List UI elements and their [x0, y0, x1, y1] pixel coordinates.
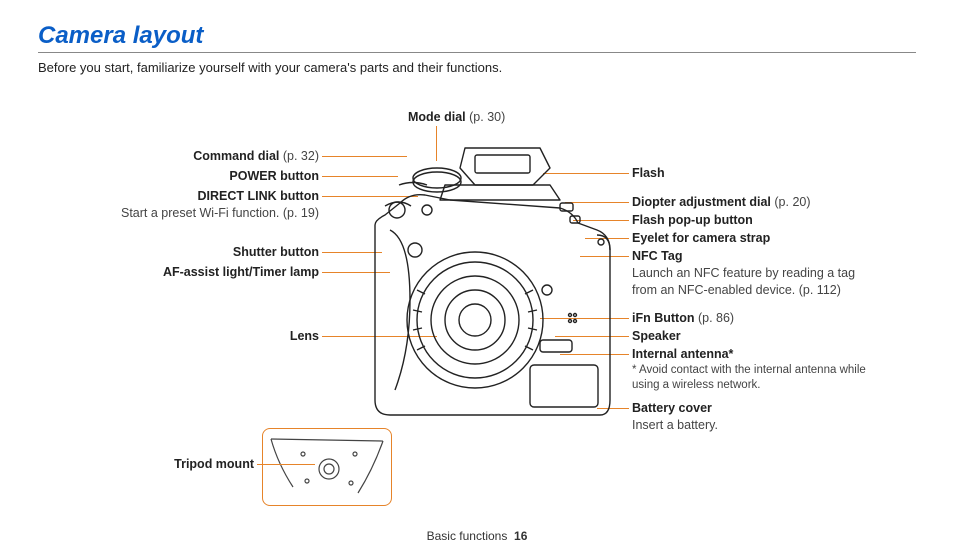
command-dial-ref: (p. 32) — [283, 149, 319, 163]
page-footer: Basic functions 16 — [0, 529, 954, 543]
af-assist-label: AF-assist light/Timer lamp — [163, 265, 319, 279]
label-lens: Lens — [290, 328, 319, 345]
direct-link-label: DIRECT LINK button — [121, 188, 319, 205]
label-battery: Battery cover Insert a battery. — [632, 400, 718, 434]
label-command-dial: Command dial (p. 32) — [193, 148, 319, 165]
nfc-desc: Launch an NFC feature by reading a tag f… — [632, 265, 867, 299]
intro-text: Before you start, familiarize yourself w… — [38, 60, 502, 75]
lens-label: Lens — [290, 329, 319, 343]
label-ifn: iFn Button (p. 86) — [632, 310, 734, 327]
label-direct-link: DIRECT LINK button Start a preset Wi-Fi … — [121, 188, 319, 222]
label-tripod: Tripod mount — [174, 456, 254, 473]
tripod-label: Tripod mount — [174, 457, 254, 471]
battery-desc: Insert a battery. — [632, 417, 718, 434]
label-antenna: Internal antenna* * Avoid contact with t… — [632, 346, 887, 394]
antenna-note: * Avoid contact with the internal antenn… — [632, 363, 887, 394]
mode-dial-ref: (p. 30) — [469, 110, 505, 124]
flash-label: Flash — [632, 166, 665, 180]
antenna-label: Internal antenna* — [632, 346, 887, 363]
label-shutter: Shutter button — [233, 244, 319, 261]
flash-popup-label: Flash pop-up button — [632, 213, 753, 227]
footer-section: Basic functions — [427, 529, 508, 543]
shutter-label: Shutter button — [233, 245, 319, 259]
tripod-illustration — [263, 429, 391, 505]
label-speaker: Speaker — [632, 328, 681, 345]
mode-dial-label: Mode dial — [408, 110, 466, 124]
diopter-ref: (p. 20) — [774, 195, 810, 209]
direct-link-desc: Start a preset Wi-Fi function. (p. 19) — [121, 205, 319, 222]
label-flash-popup: Flash pop-up button — [632, 212, 753, 229]
battery-label: Battery cover — [632, 400, 718, 417]
label-diopter: Diopter adjustment dial (p. 20) — [632, 194, 811, 211]
camera-illustration — [355, 140, 625, 430]
command-dial-label: Command dial — [193, 149, 279, 163]
tripod-inset — [262, 428, 392, 506]
page-title: Camera layout — [38, 22, 203, 50]
leader-tripod — [257, 464, 315, 465]
label-flash: Flash — [632, 165, 665, 182]
ifn-label: iFn Button — [632, 311, 694, 325]
diopter-label: Diopter adjustment dial — [632, 195, 771, 209]
title-rule — [38, 52, 916, 53]
footer-page: 16 — [514, 529, 527, 543]
label-power-button: POWER button — [229, 168, 319, 185]
label-af-assist: AF-assist light/Timer lamp — [163, 264, 319, 281]
eyelet-label: Eyelet for camera strap — [632, 231, 770, 245]
power-button-label: POWER button — [229, 169, 319, 183]
label-eyelet: Eyelet for camera strap — [632, 230, 770, 247]
label-mode-dial: Mode dial (p. 30) — [408, 109, 505, 126]
speaker-label: Speaker — [632, 329, 681, 343]
nfc-label: NFC Tag — [632, 248, 867, 265]
label-nfc: NFC Tag Launch an NFC feature by reading… — [632, 248, 867, 299]
ifn-ref: (p. 86) — [698, 311, 734, 325]
